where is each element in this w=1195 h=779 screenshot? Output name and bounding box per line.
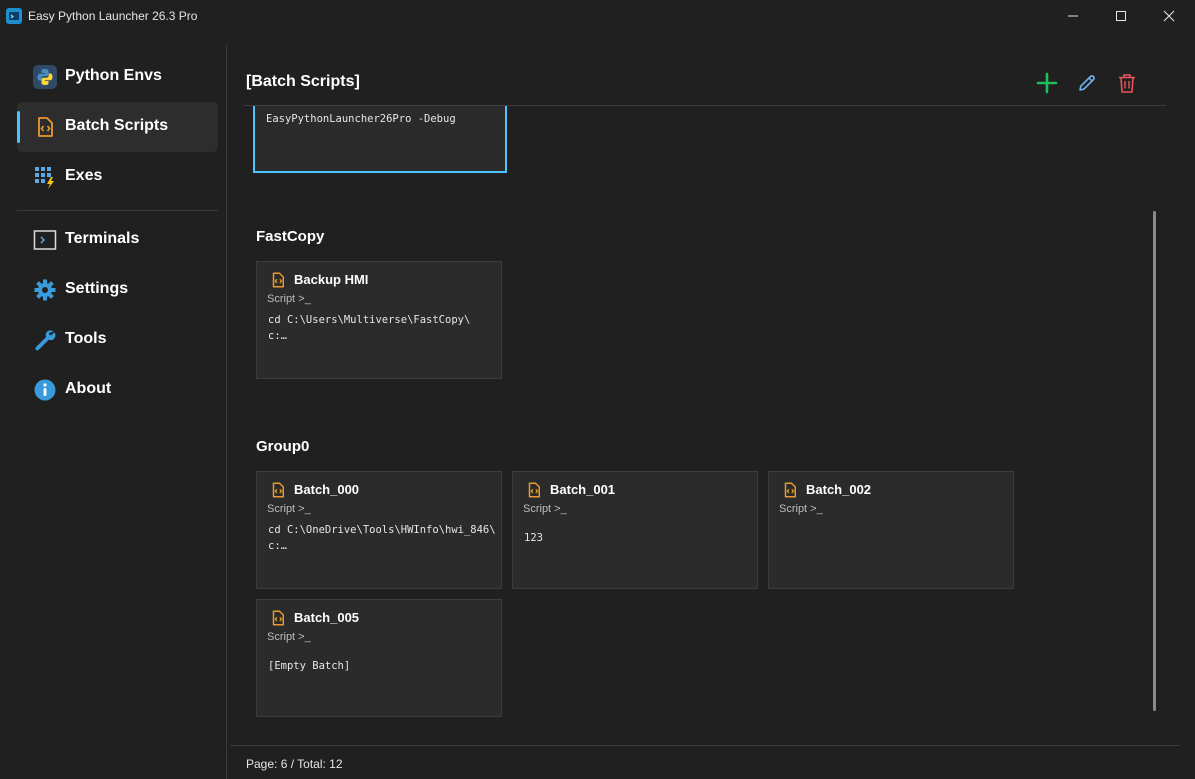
group-title-group0: Group0 xyxy=(256,438,310,455)
script-card[interactable]: Batch_000 Script >_ cd C:\OneDrive\Tools… xyxy=(256,471,502,589)
active-indicator xyxy=(17,111,20,143)
card-type: Script >_ xyxy=(523,503,567,515)
sidebar-divider xyxy=(17,210,218,211)
batch-file-icon xyxy=(272,272,284,288)
card-type: Script >_ xyxy=(267,631,311,643)
minimize-button[interactable] xyxy=(1050,0,1096,32)
script-card[interactable]: Batch_001 Script >_ 123 xyxy=(512,471,758,589)
card-type: Script >_ xyxy=(267,293,311,305)
card-title: Batch_000 xyxy=(294,482,360,497)
script-card[interactable]: Batch_005 Script >_ [Empty Batch] xyxy=(256,599,502,717)
sidebar-border xyxy=(226,45,227,779)
terminal-icon xyxy=(33,230,57,250)
card-body: cd C:\OneDrive\Tools\HWInfo\hwi_846\ c:… xyxy=(268,524,496,552)
page-title: [Batch Scripts] xyxy=(246,73,360,90)
maximize-icon xyxy=(1116,11,1126,21)
close-icon xyxy=(1163,10,1175,22)
scripts-list[interactable]: EasyPythonLauncher26Pro -Debug FastCopy … xyxy=(244,106,1166,745)
footer-divider xyxy=(230,745,1180,746)
card-type: Script >_ xyxy=(267,503,311,515)
sidebar-item-label: Terminals xyxy=(65,230,140,247)
sidebar-item-about[interactable]: About xyxy=(17,365,218,415)
card-title: Batch_001 xyxy=(550,482,616,497)
close-button[interactable] xyxy=(1146,0,1192,32)
card-body: cd C:\Users\Multiverse\FastCopy\ c:… xyxy=(268,314,471,342)
script-card[interactable]: EasyPythonLauncher26Pro -Debug xyxy=(253,106,507,173)
batch-file-icon xyxy=(528,482,540,498)
gear-icon xyxy=(34,279,56,301)
delete-button[interactable] xyxy=(1116,72,1138,94)
sidebar-item-python-envs[interactable]: Python Envs xyxy=(17,52,218,102)
pencil-icon xyxy=(1079,75,1095,91)
sidebar-item-label: Python Envs xyxy=(65,67,162,84)
batch-file-icon xyxy=(38,117,53,137)
add-button[interactable] xyxy=(1036,72,1058,94)
sidebar-item-label: About xyxy=(65,380,112,397)
sidebar-item-label: Batch Scripts xyxy=(65,117,169,134)
card-body: 123 xyxy=(524,532,543,544)
edit-button[interactable] xyxy=(1076,72,1098,94)
sidebar-item-label: Settings xyxy=(65,280,129,297)
sidebar: Python Envs Batch Scripts Exes Terminals… xyxy=(0,45,226,779)
app-window: Easy Python Launcher 26.3 Pro Python Env… xyxy=(0,0,1195,779)
info-icon xyxy=(34,379,56,401)
card-type: Script >_ xyxy=(779,503,823,515)
window-title: Easy Python Launcher 26.3 Pro xyxy=(28,9,198,23)
title-bar[interactable]: Easy Python Launcher 26.3 Pro xyxy=(0,0,1195,32)
card-title: Backup HMI xyxy=(294,272,369,287)
script-card[interactable]: Backup HMI Script >_ cd C:\Users\Multive… xyxy=(256,261,502,379)
card-body: EasyPythonLauncher26Pro -Debug xyxy=(266,113,456,125)
batch-file-icon xyxy=(784,482,796,498)
app-logo-icon xyxy=(6,8,22,24)
card-body: [Empty Batch] xyxy=(268,660,351,672)
script-card[interactable]: Batch_002 Script >_ xyxy=(768,471,1014,589)
sidebar-item-terminals[interactable]: Terminals xyxy=(17,215,218,265)
python-icon xyxy=(33,65,57,89)
sidebar-item-settings[interactable]: Settings xyxy=(17,265,218,315)
pagination-status: Page: 6 / Total: 12 xyxy=(246,757,343,771)
sidebar-item-batch-scripts[interactable]: Batch Scripts xyxy=(17,102,218,152)
trash-icon xyxy=(1119,74,1135,93)
exe-grid-icon xyxy=(35,167,54,189)
card-title: Batch_005 xyxy=(294,610,360,625)
batch-file-icon xyxy=(272,610,284,626)
card-title: Batch_002 xyxy=(806,482,872,497)
batch-file-icon xyxy=(272,482,284,498)
vertical-scrollbar[interactable] xyxy=(1153,211,1156,711)
wrench-icon xyxy=(35,330,56,351)
group-title-fastcopy: FastCopy xyxy=(256,228,325,245)
sidebar-item-tools[interactable]: Tools xyxy=(17,315,218,365)
plus-icon xyxy=(1036,72,1058,94)
sidebar-item-label: Exes xyxy=(65,167,103,184)
minimize-icon xyxy=(1068,15,1078,17)
maximize-button[interactable] xyxy=(1098,0,1144,32)
sidebar-item-label: Tools xyxy=(65,330,107,347)
sidebar-item-exes[interactable]: Exes xyxy=(17,152,218,202)
